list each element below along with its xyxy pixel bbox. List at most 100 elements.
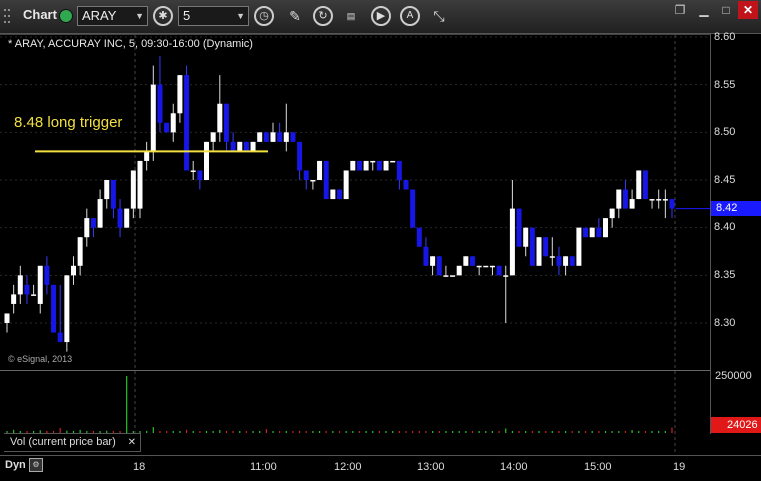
- candle-body: [669, 199, 675, 209]
- volume-pane[interactable]: [0, 370, 710, 435]
- candle-body: [350, 160, 356, 171]
- candle-body: [569, 256, 575, 266]
- dynamic-label: Dyn: [5, 459, 26, 471]
- candle-body: [470, 256, 475, 266]
- candle-body: [656, 199, 662, 201]
- volume-legend[interactable]: Vol (current price bar) ✕: [4, 433, 141, 452]
- candle-body: [483, 265, 489, 268]
- candle-body: [496, 265, 502, 276]
- candle-body: [603, 218, 608, 238]
- volume-legend-label: Vol (current price bar): [10, 436, 116, 448]
- time-tick: 18: [133, 461, 146, 473]
- candle-body: [523, 227, 529, 247]
- candle-body: [130, 170, 136, 209]
- price-tick: 8.60: [714, 31, 736, 43]
- time-tick: 12:00: [334, 461, 362, 473]
- candle-body: [310, 180, 316, 182]
- candle-body: [190, 170, 196, 172]
- candle-body: [230, 141, 236, 152]
- candle-body: [410, 189, 416, 228]
- dynamic-settings-icon[interactable]: ⚙: [29, 458, 43, 472]
- time-axis[interactable]: [0, 455, 761, 481]
- candle-body: [177, 75, 183, 114]
- candle-body: [137, 160, 143, 209]
- candle-body: [37, 265, 43, 304]
- candle-body: [363, 160, 369, 171]
- candle-body: [396, 160, 402, 180]
- candle-body: [117, 208, 123, 228]
- candle-body: [343, 170, 349, 200]
- candle-body: [303, 170, 309, 180]
- candle-body: [157, 84, 163, 123]
- candle-body: [516, 208, 522, 247]
- candle-body: [184, 75, 190, 171]
- candle-body: [423, 246, 429, 266]
- candle-body: [164, 122, 170, 133]
- candle-body: [44, 265, 50, 285]
- candle-body: [576, 227, 582, 266]
- candle-body: [110, 180, 116, 209]
- time-tick: 15:00: [584, 461, 612, 473]
- candle-body: [51, 284, 57, 333]
- candle-body: [642, 170, 648, 200]
- candle-body: [616, 189, 622, 209]
- candle-body: [31, 294, 37, 296]
- time-tick: 11:00: [250, 461, 277, 473]
- candle-body: [297, 141, 303, 171]
- candle-body: [24, 284, 30, 295]
- copyright-text: © eSignal, 2013: [8, 354, 73, 364]
- candle-body: [563, 256, 569, 266]
- price-tick: 8.30: [714, 317, 736, 329]
- candle-body: [71, 265, 76, 276]
- candle-body: [57, 332, 63, 343]
- price-tick: 8.35: [714, 269, 736, 281]
- candle-body: [509, 208, 515, 276]
- candle-body: [17, 275, 23, 295]
- volume-max-label: 250000: [715, 370, 752, 382]
- candle-body: [243, 141, 249, 152]
- candle-body: [323, 160, 329, 200]
- close-icon[interactable]: ✕: [128, 434, 136, 451]
- candle-body: [622, 189, 628, 209]
- volume-last-badge: 24026: [711, 417, 761, 433]
- candle-body: [124, 208, 130, 228]
- candle-body: [543, 237, 549, 257]
- candle-body: [204, 141, 209, 180]
- time-tick: 13:00: [417, 461, 445, 473]
- candle-body: [489, 265, 495, 268]
- price-tick: 8.45: [714, 174, 736, 186]
- candle-body: [463, 256, 469, 266]
- candle-body: [416, 227, 422, 247]
- candle-body: [223, 103, 229, 142]
- candle-body: [383, 160, 389, 171]
- candle-body: [150, 84, 156, 152]
- candle-body: [596, 227, 602, 238]
- trigger-annotation: 8.48 long trigger: [14, 114, 123, 131]
- candle-body: [436, 256, 442, 276]
- candle-body: [77, 237, 83, 266]
- candle-body: [649, 199, 655, 201]
- candle-body: [290, 132, 296, 142]
- price-tick: 8.40: [714, 221, 736, 233]
- time-tick: 19: [673, 461, 686, 473]
- candle-body: [536, 237, 542, 266]
- candle-body: [4, 313, 10, 323]
- candle-body: [503, 275, 509, 277]
- candle-body: [330, 189, 336, 200]
- candle-body: [662, 199, 668, 201]
- last-price-badge: 8.42: [711, 201, 761, 216]
- candle-body: [390, 160, 396, 163]
- candle-body: [456, 265, 462, 276]
- candle-body: [529, 227, 535, 266]
- candle-body: [549, 256, 555, 258]
- candle-body: [450, 275, 456, 277]
- candle-body: [430, 256, 436, 266]
- candle-body: [376, 160, 382, 171]
- candle-body: [263, 132, 269, 142]
- candle-body: [277, 132, 283, 142]
- candle-body: [556, 256, 562, 266]
- candle-body: [170, 113, 176, 133]
- candle-body: [629, 199, 635, 209]
- candle-body: [356, 160, 362, 171]
- candle-body: [476, 265, 482, 268]
